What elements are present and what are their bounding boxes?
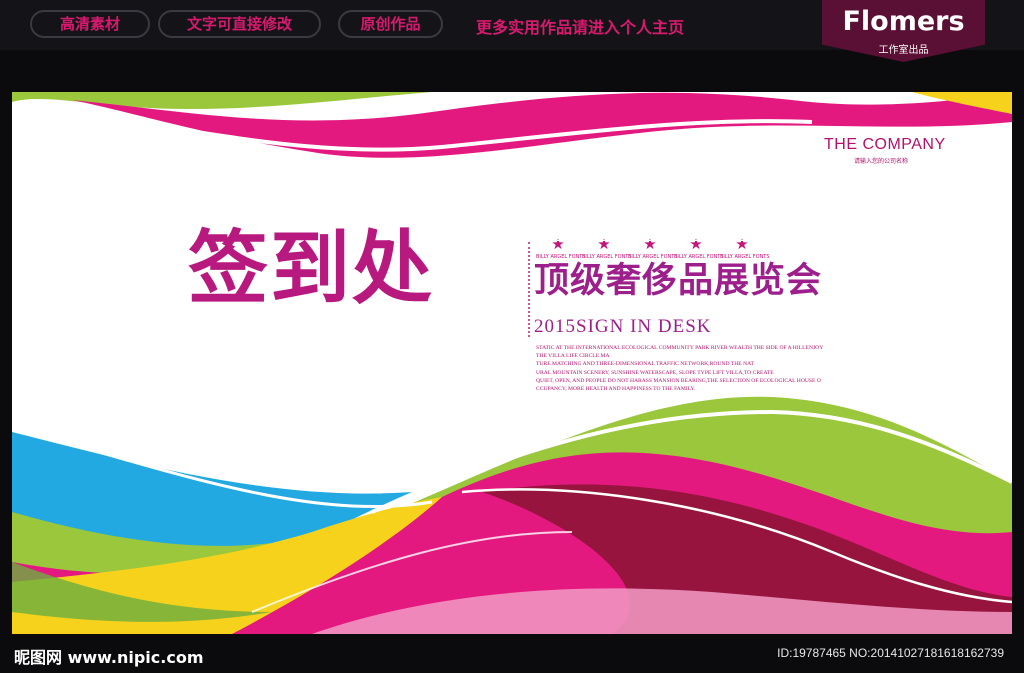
star-letter: A [601,236,607,244]
title-divider [528,242,530,337]
paragraph-line: CCUPANCY, MORE HEALTH AND HAPPINESS TO T… [536,386,696,393]
paragraph-line: QUIET, OPEN, AND PEOPLE DO NOT HARASS MA… [536,377,821,384]
sign-in-banner: THE COMPANY 请输入您的公司名称 签到处 ★ A BILLY ARGE… [12,92,1012,634]
star-font-label: BILLY ARGEL FONTS [628,254,678,260]
star-font-label: BILLY ARGEL FONTS [674,254,724,260]
star-font-label: BILLY ARGEL FONTS [536,254,586,260]
image-id: ID:19787465 NO:20141027181618162739 [777,646,1004,660]
exhibition-title: 顶级奢侈品展览会 [534,261,823,301]
paragraph-line: TURE MATCHING AND THREE-DIMENSIONAL TRAF… [536,361,754,368]
paragraph-line: THE VILLA LIFE CIRCLE MA [536,353,610,360]
tag-editable-text[interactable]: 文字可直接修改 [158,10,321,38]
star-letter: A [739,236,745,244]
nipic-watermark[interactable]: 昵图网 www.nipic.com [14,644,204,668]
body-paragraph: STATIC AT THE INTERNATIONAL ECOLOGICAL C… [536,344,876,393]
star-row: ★ A BILLY ARGEL FONTS ★ A BILLY ARGEL FO… [536,234,770,260]
star-badge: ★ A BILLY ARGEL FONTS [628,234,678,260]
footer: 昵图网 www.nipic.com ID:19787465 NO:2014102… [0,634,1024,673]
more-works-link[interactable]: 更多实用作品请进入个人主页 [476,14,684,38]
paragraph-line: URAL MOUNTAIN SCENERY, SUNSHINE WATERSCA… [536,369,774,376]
star-badge: ★ A BILLY ARGEL FONTS [536,234,586,260]
star-font-label: BILLY ARGEL FONTS [582,254,632,260]
star-font-label: BILLY ARGEL FONTS [720,254,770,260]
tag-original-work[interactable]: 原创作品 [338,10,443,38]
sign-in-desk-text: 2015SIGN IN DESK [534,316,712,337]
badge-name: Flomers [842,6,965,37]
star-letter: A [647,236,653,244]
sign-in-title: 签到处 [188,221,434,315]
star-badge: ★ A BILLY ARGEL FONTS [582,234,632,260]
star-letter: A [555,236,561,244]
badge-sub: 工作室出品 [878,45,929,56]
star-badge: ★ A BILLY ARGEL FONTS [720,234,770,260]
star-letter: A [693,236,699,244]
paragraph-line: STATIC AT THE INTERNATIONAL ECOLOGICAL C… [536,345,824,351]
star-badge: ★ A BILLY ARGEL FONTS [674,234,724,260]
company-subtitle: 请输入您的公司名称 [854,158,909,165]
flomers-badge[interactable]: Flomers 工作室出品 [822,0,985,62]
company-name: THE COMPANY [824,136,946,153]
tag-hd-material[interactable]: 高清素材 [30,10,150,38]
